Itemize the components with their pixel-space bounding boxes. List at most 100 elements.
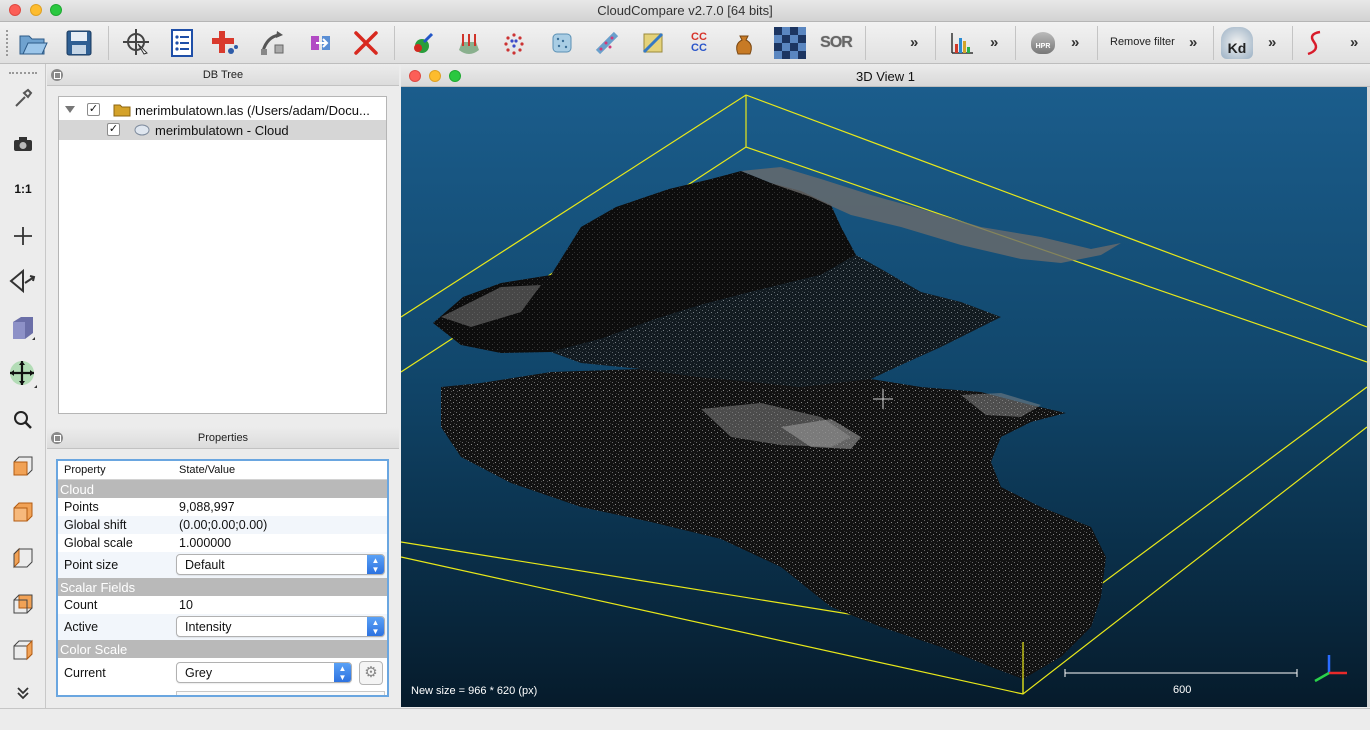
open-file-button[interactable] [16, 26, 50, 60]
kd-icon: Kd [1221, 27, 1253, 59]
tree-checkbox[interactable]: ✓ [87, 103, 100, 116]
tree-item-cloud[interactable]: ✓ merimbulatown - Cloud [59, 120, 386, 140]
toolbar-more-2[interactable]: » [990, 34, 998, 51]
plugin-s-button[interactable] [1298, 26, 1332, 60]
toolbar-more-6[interactable]: » [1350, 34, 1358, 51]
transform-icon [261, 31, 284, 55]
subsample-button[interactable] [497, 26, 531, 60]
move-arrows-icon [10, 361, 37, 388]
section-cloud: Cloud [58, 480, 387, 498]
right-view-button[interactable] [7, 634, 39, 666]
active-scalar-field-combo[interactable]: Intensity ▲ ▼ [176, 616, 385, 637]
sor-icon: SOR [820, 34, 853, 51]
mesh-button[interactable] [545, 26, 579, 60]
column-header-property: Property [64, 464, 106, 476]
tree-item-las-file[interactable]: ✓ merimbulatown.las (/Users/adam/Docu... [59, 100, 386, 120]
cube-view-icon [13, 317, 35, 340]
color-scale-combo[interactable]: Grey ▲ ▼ [176, 662, 352, 683]
set-pivot-button[interactable] [7, 220, 39, 252]
property-row: Points 9,088,997 [64, 500, 235, 514]
segment-button[interactable] [208, 26, 242, 60]
remove-filter-button[interactable]: Remove filter [1110, 36, 1175, 48]
delete-x-icon [354, 31, 378, 55]
toolbar-grip[interactable] [6, 30, 9, 56]
pan-button[interactable] [7, 358, 39, 390]
main-toolbar: CC CC SOR » » HPR » Remove filter » Kd »… [0, 22, 1370, 64]
kd-tree-button[interactable]: Kd [1220, 26, 1254, 60]
hpr-button[interactable]: HPR [1026, 26, 1060, 60]
left-view-cube-icon [13, 547, 33, 569]
segment-scissors-icon [212, 31, 238, 54]
invert-normals-button[interactable] [452, 26, 486, 60]
expand-triangle-icon [65, 106, 75, 113]
wrench-icon [15, 88, 33, 107]
toolbar-more-1[interactable]: » [910, 34, 918, 51]
back-view-button[interactable] [7, 588, 39, 620]
list-icon [171, 29, 193, 57]
property-row: Global scale 1.000000 [64, 536, 232, 550]
top-view-button[interactable] [7, 496, 39, 528]
axes-trihedron-icon [1314, 655, 1347, 683]
view-toolbar-grip[interactable] [9, 72, 37, 74]
sack-icon [736, 35, 752, 55]
sor-filter-button[interactable]: SOR [819, 26, 853, 60]
checkerboard-button[interactable] [773, 26, 807, 60]
translate-rotate-button[interactable] [256, 26, 290, 60]
property-row-point-size: Point size Default ▲ ▼ [58, 552, 387, 578]
mesh-cloud-icon [552, 33, 572, 53]
point-list-picking-button[interactable] [165, 26, 199, 60]
histogram-button[interactable] [945, 26, 979, 60]
column-header-state: State/Value [179, 464, 236, 476]
front-view-cube-icon [13, 456, 33, 476]
point-cloud-render[interactable] [401, 87, 1367, 707]
merge-button[interactable] [303, 26, 337, 60]
distance-button[interactable] [636, 26, 670, 60]
left-view-button[interactable] [7, 542, 39, 574]
sample-points-button[interactable] [590, 26, 624, 60]
perspective-icon [9, 268, 36, 294]
double-chevron-down-icon [17, 687, 29, 700]
property-row-current: Current Grey ▲ ▼ ⚙ [58, 658, 387, 688]
perspective-button[interactable] [7, 265, 39, 297]
plus-crosshair-icon [14, 227, 32, 245]
normals-icon [414, 32, 434, 53]
view-cube-button[interactable] [7, 312, 39, 344]
distance-map-icon [642, 32, 664, 54]
merge-arrow-icon [311, 36, 330, 50]
zoom-one-to-one-button[interactable]: 1:1 [7, 173, 39, 205]
cloud-icon [134, 124, 150, 136]
back-view-cube-icon [13, 594, 33, 614]
camera-button[interactable] [7, 128, 39, 160]
point-picking-button[interactable] [120, 26, 154, 60]
tree-checkbox[interactable]: ✓ [107, 123, 120, 136]
color-scale-settings-button[interactable]: ⚙ [359, 661, 383, 685]
folder-icon [113, 104, 131, 117]
view-title: 3D View 1 [855, 69, 915, 84]
db-tree-header: DB Tree [47, 64, 399, 86]
db-tree: ✓ merimbulatown.las (/Users/adam/Docu...… [58, 96, 387, 414]
sensor-tool-button[interactable] [7, 82, 39, 114]
point-size-combo[interactable]: Default ▲ ▼ [176, 554, 385, 575]
combo-arrows-icon: ▲ ▼ [367, 555, 384, 574]
picking-crosshair-icon [123, 29, 149, 55]
delete-button[interactable] [349, 26, 383, 60]
zoom-button[interactable] [7, 404, 39, 436]
cloud-cloud-distance-button[interactable]: CC CC [682, 26, 716, 60]
front-view-button[interactable] [7, 450, 39, 482]
save-button[interactable] [62, 26, 96, 60]
gear-icon: ⚙ [364, 664, 378, 681]
window-title-bar: CloudCompare v2.7.0 [64 bits] [0, 0, 1370, 22]
toolbar-more-3[interactable]: » [1071, 34, 1079, 51]
statistics-button[interactable] [727, 26, 761, 60]
compute-normals-button[interactable] [406, 26, 440, 60]
toolbar-more-4[interactable]: » [1189, 34, 1197, 51]
properties-header: Properties [47, 427, 399, 449]
3d-view-canvas[interactable]: New size = 966 * 620 (px) 600 [401, 87, 1367, 707]
view-toolbar-more[interactable] [7, 682, 39, 704]
combo-arrows-icon: ▲ ▼ [334, 663, 351, 682]
property-row: Global shift (0.00;0.00;0.00) [58, 516, 387, 534]
hpr-icon: HPR [1031, 32, 1055, 54]
tree-item-label: merimbulatown.las (/Users/adam/Docu... [135, 103, 370, 118]
section-color-scale: Color Scale [58, 640, 387, 658]
toolbar-more-5[interactable]: » [1268, 34, 1276, 51]
